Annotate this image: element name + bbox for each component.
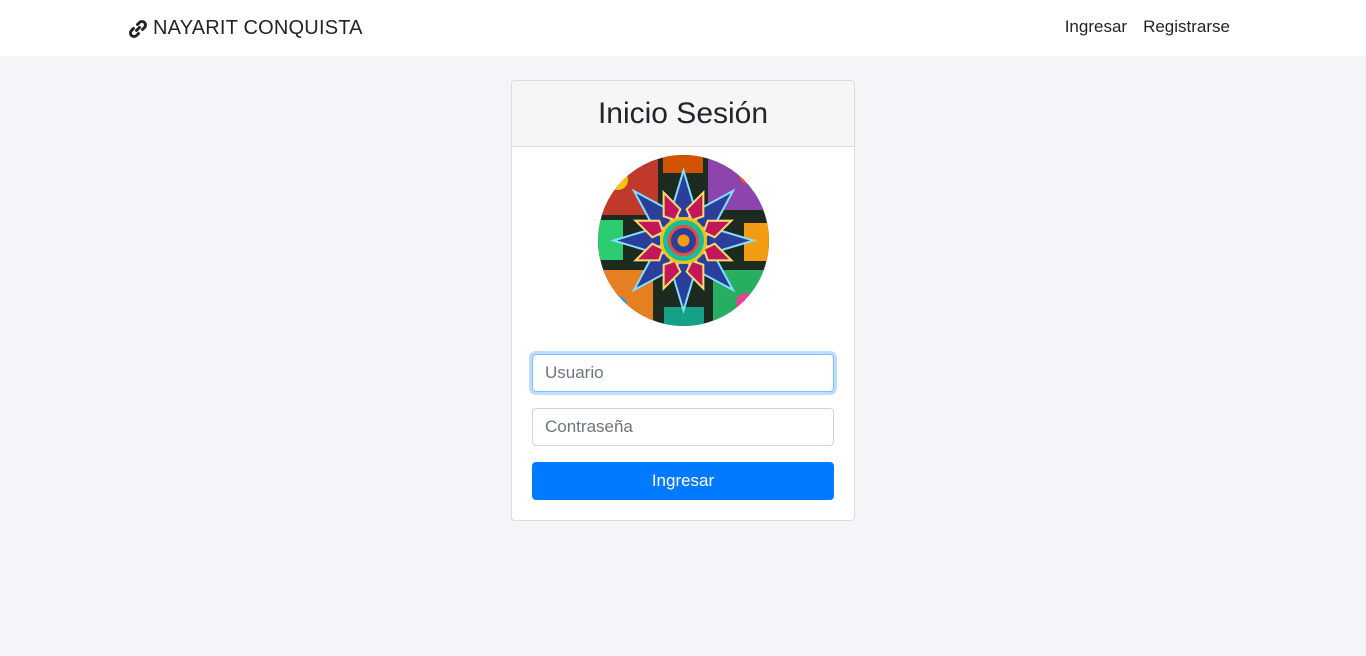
top-navbar: NAYARIT CONQUISTA Ingresar Registrarse [0, 0, 1366, 56]
nav-link-registrarse[interactable]: Registrarse [1143, 17, 1230, 37]
login-submit-button[interactable]: Ingresar [532, 462, 834, 500]
nav-links: Ingresar Registrarse [1065, 17, 1230, 37]
link-icon [128, 19, 148, 38]
login-card: Inicio Sesión Usuario Ingresar [511, 80, 855, 521]
nav-link-ingresar[interactable]: Ingresar [1065, 17, 1127, 37]
mandala-image [598, 155, 769, 326]
username-input[interactable] [532, 354, 834, 392]
avatar-image [598, 155, 769, 326]
login-title: Inicio Sesión [512, 81, 854, 147]
password-input[interactable] [532, 408, 834, 446]
brand-text: NAYARIT CONQUISTA [153, 17, 363, 39]
brand-link[interactable]: NAYARIT CONQUISTA [128, 15, 363, 42]
